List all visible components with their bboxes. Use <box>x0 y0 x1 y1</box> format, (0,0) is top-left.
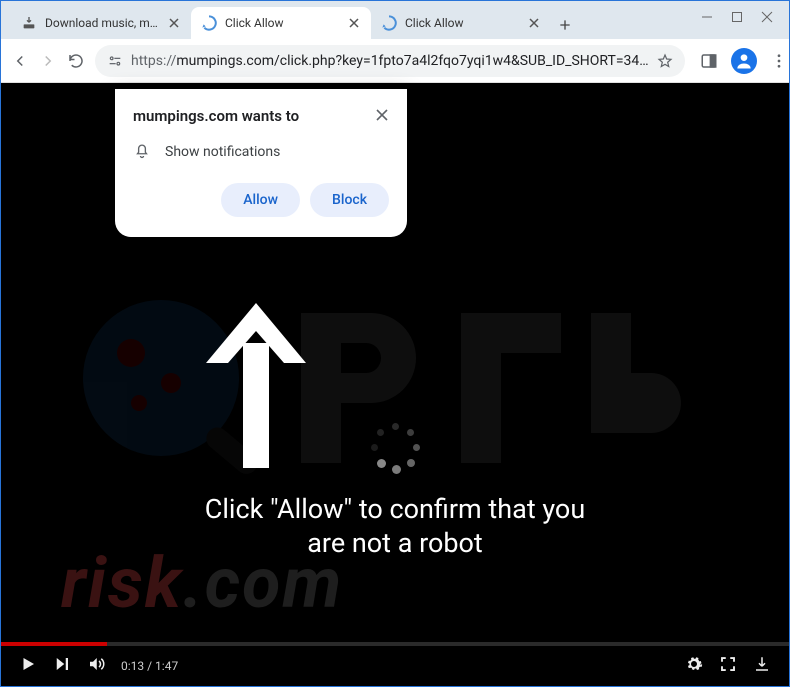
page-content: risk.com Click "Allow" to confirm that y… <box>1 83 789 686</box>
fullscreen-icon[interactable] <box>719 655 737 677</box>
menu-button[interactable] <box>765 47 790 75</box>
site-settings-icon[interactable] <box>107 53 123 69</box>
block-button[interactable]: Block <box>310 183 389 217</box>
permission-item-label: Show notifications <box>165 144 280 160</box>
permission-title: mumpings.com wants to <box>133 107 299 125</box>
address-bar[interactable]: https://mumpings.com/click.php?key=1fpto… <box>95 45 685 77</box>
close-icon[interactable] <box>347 16 361 30</box>
arrow-up-icon <box>196 303 316 473</box>
download-icon[interactable] <box>753 655 771 677</box>
settings-icon[interactable] <box>685 655 703 677</box>
close-window-icon[interactable] <box>761 8 773 27</box>
video-controls: 0:13 / 1:47 <box>1 646 789 686</box>
page-message: Click "Allow" to confirm that you are no… <box>1 493 789 561</box>
side-panel-button[interactable] <box>695 47 723 75</box>
recaptcha-icon <box>381 15 397 31</box>
browser-toolbar: https://mumpings.com/click.php?key=1fpto… <box>1 39 789 83</box>
browser-tab-0[interactable]: Download music, movi… <box>11 7 191 39</box>
reload-button[interactable] <box>67 47 85 75</box>
close-icon[interactable] <box>527 16 541 30</box>
playback-time: 0:13 / 1:47 <box>121 659 178 673</box>
recaptcha-icon <box>201 15 217 31</box>
loading-spinner-icon <box>371 423 421 473</box>
close-icon[interactable] <box>375 107 389 121</box>
tab-title: Click Allow <box>405 16 519 30</box>
tab-title: Download music, movi… <box>45 16 159 30</box>
window-titlebar: Download music, movi… Click Allow Click … <box>1 1 789 39</box>
browser-tab-1[interactable]: Click Allow <box>191 7 371 39</box>
tab-title: Click Allow <box>225 16 339 30</box>
allow-button[interactable]: Allow <box>221 183 300 217</box>
window-controls <box>683 1 781 39</box>
back-button[interactable] <box>11 47 29 75</box>
tab-strip: Download music, movi… Click Allow Click … <box>11 1 683 39</box>
bookmark-icon[interactable] <box>657 53 673 69</box>
browser-tab-2[interactable]: Click Allow <box>371 7 551 39</box>
url-text: https://mumpings.com/click.php?key=1fpto… <box>131 53 649 69</box>
download-icon <box>21 15 37 31</box>
bell-icon <box>133 141 151 163</box>
forward-button[interactable] <box>39 47 57 75</box>
next-icon[interactable] <box>53 655 71 677</box>
volume-icon[interactable] <box>87 655 105 677</box>
play-icon[interactable] <box>19 655 37 677</box>
close-icon[interactable] <box>167 16 181 30</box>
minimize-icon[interactable] <box>701 8 713 27</box>
new-tab-button[interactable] <box>551 11 579 39</box>
permission-prompt: mumpings.com wants to Show notifications… <box>115 89 407 237</box>
profile-avatar[interactable] <box>731 48 757 74</box>
maximize-icon[interactable] <box>731 8 743 27</box>
